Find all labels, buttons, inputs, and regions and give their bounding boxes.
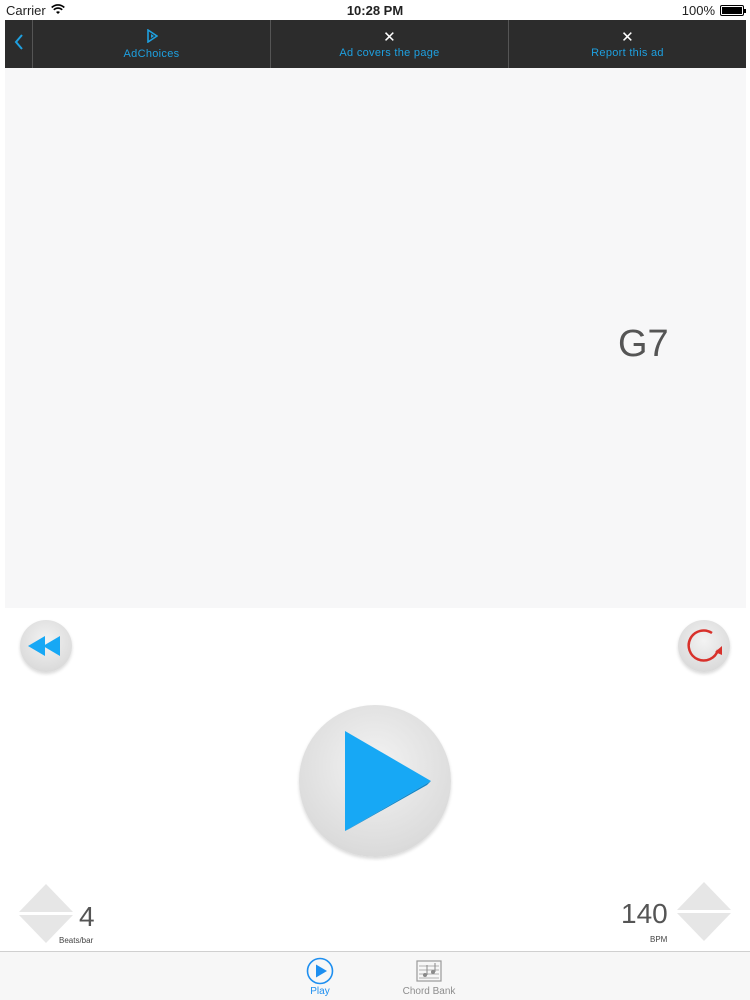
bpm-label: BPM xyxy=(650,935,668,944)
repeat-button[interactable] xyxy=(678,620,730,672)
beats-stepper xyxy=(19,884,73,944)
bpm-value: 140 xyxy=(621,898,668,929)
tab-chord-bank[interactable]: Chord Bank xyxy=(393,956,465,997)
close-icon: ✕ xyxy=(383,28,396,46)
status-bar: Carrier 10:28 PM 100% xyxy=(0,0,750,20)
close-icon: ✕ xyxy=(621,28,634,46)
report-ad-button[interactable]: ✕ Report this ad xyxy=(509,20,746,68)
play-button[interactable] xyxy=(299,705,451,857)
bpm-stepper xyxy=(677,882,731,942)
play-icon xyxy=(345,731,431,831)
current-chord: G7 xyxy=(618,323,669,365)
chord-display: G7 xyxy=(5,68,746,608)
ad-back-button[interactable] xyxy=(5,20,33,68)
tab-bar: Play Chord Bank xyxy=(0,951,750,1000)
play-circle-icon xyxy=(306,956,334,986)
adchoices-icon xyxy=(146,28,158,46)
tab-play[interactable]: Play xyxy=(295,956,345,997)
repeat-icon xyxy=(687,629,722,662)
ad-bar: AdChoices ✕ Ad covers the page ✕ Report … xyxy=(5,20,746,68)
report-ad-label: Report this ad xyxy=(591,46,664,59)
music-sheet-icon xyxy=(415,956,443,986)
rewind-icon xyxy=(28,636,60,656)
battery-icon xyxy=(720,5,746,16)
adchoices-label: AdChoices xyxy=(123,47,180,60)
beats-increase-button[interactable] xyxy=(19,884,73,912)
ad-covers-page-button[interactable]: ✕ Ad covers the page xyxy=(271,20,509,68)
beats-label: Beats/bar xyxy=(59,936,94,945)
rewind-button[interactable] xyxy=(20,620,72,672)
status-right: 100% xyxy=(681,3,746,18)
tab-chord-bank-label: Chord Bank xyxy=(402,986,456,997)
battery-percent: 100% xyxy=(681,3,715,18)
bpm-decrease-button[interactable] xyxy=(677,913,731,941)
bpm-increase-button[interactable] xyxy=(677,882,731,910)
status-time: 10:28 PM xyxy=(346,3,404,18)
tab-play-label: Play xyxy=(310,986,330,997)
adchoices-button[interactable]: AdChoices xyxy=(33,20,271,68)
ad-covers-page-label: Ad covers the page xyxy=(339,46,440,59)
chevron-left-icon xyxy=(14,33,24,55)
beats-value: 4 xyxy=(79,901,95,932)
